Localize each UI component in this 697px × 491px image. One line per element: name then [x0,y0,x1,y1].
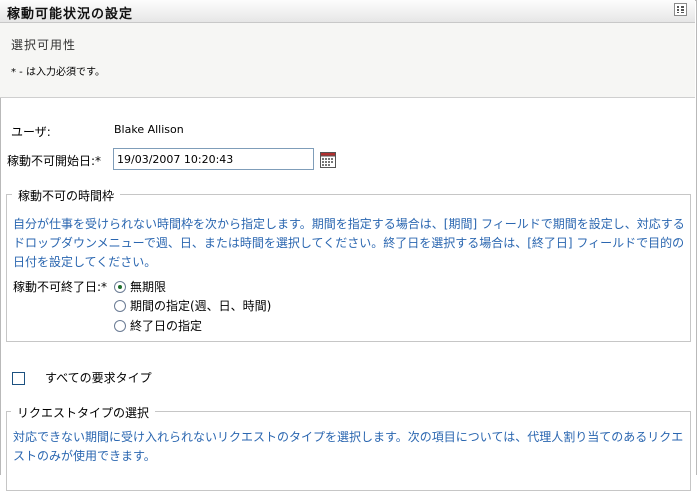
radio-end-date-label: 終了日の指定 [130,319,203,333]
radio-end-date[interactable] [114,320,126,332]
page-title: 稼動可能状況の設定 [7,7,134,22]
request-types-legend: リクエストタイプの選択 [11,404,156,421]
all-request-types-label: すべての要求タイプ [45,371,152,385]
required-note: * - は入力必須です。 [11,67,105,78]
radio-indefinite[interactable] [114,281,126,293]
radio-indefinite-label: 無期限 [130,280,167,294]
timeframe-legend: 稼動不可の時間枠 [12,187,121,204]
start-date-label: 稼動不可開始日:* [7,154,102,168]
radio-duration[interactable] [114,300,126,312]
title-bar: 稼動可能状況の設定 [0,0,695,23]
timeframe-info: 自分が仕事を受けられない時間枠を次から指定します。期間を指定する場合は、[期間]… [13,217,685,269]
request-types-info: 対応できない期間に受け入れられないリクエストのタイプを選択します。次の項目につい… [13,430,684,463]
user-value: Blake Allison [114,123,184,136]
end-date-label: 稼動不可終了日:* [13,280,108,294]
sub-header: 選択可用性 * - は入力必須です。 [0,23,695,98]
user-label: ユーザ: [11,125,51,139]
all-request-types-checkbox[interactable] [12,372,25,385]
start-date-input[interactable] [113,148,314,170]
calendar-icon[interactable] [320,152,336,168]
section-subtitle: 選択可用性 [11,38,77,52]
radio-duration-label: 期間の指定(週、日、時間) [130,299,272,313]
grid-menu-icon[interactable] [674,3,687,16]
